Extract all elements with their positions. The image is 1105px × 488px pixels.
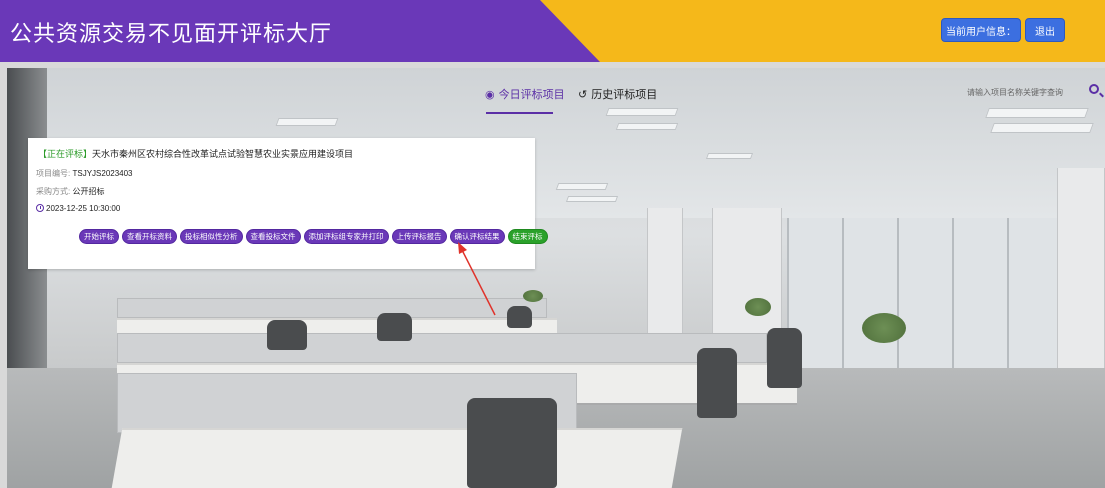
search-box bbox=[967, 83, 1105, 101]
desk-divider bbox=[117, 333, 767, 363]
plant bbox=[523, 290, 543, 302]
page-title: 公共资源交易不见面开评标大厅 bbox=[10, 21, 333, 46]
project-code-value: TSJYJS2023403 bbox=[72, 169, 133, 178]
ceiling-light bbox=[990, 123, 1094, 133]
ceiling-light bbox=[565, 196, 619, 202]
procurement-method-row: 采购方式: 公开招标 bbox=[36, 186, 104, 197]
procurement-method-label: 采购方式: bbox=[36, 187, 71, 196]
tab-today-projects[interactable]: ◉ 今日评标项目 bbox=[485, 86, 565, 102]
ceiling-light bbox=[985, 108, 1089, 118]
ceiling-light bbox=[615, 123, 679, 130]
top-header: 公共资源交易不见面开评标大厅 当前用户信息： 退出 bbox=[0, 0, 1105, 62]
project-code-label: 项目编号: bbox=[36, 169, 71, 178]
office-chair bbox=[467, 398, 557, 488]
office-chair bbox=[377, 313, 412, 341]
office-chair bbox=[267, 320, 307, 350]
column bbox=[1057, 168, 1105, 398]
view-bid-documents-button[interactable]: 查看投标文件 bbox=[245, 229, 301, 244]
plant bbox=[745, 298, 771, 316]
clock-icon bbox=[36, 204, 44, 212]
logout-button[interactable]: 退出 bbox=[1025, 18, 1065, 42]
tab-label: 今日评标项目 bbox=[498, 89, 565, 101]
tab-label: 历史评标项目 bbox=[591, 89, 658, 101]
project-datetime: 2023-12-25 10:30:00 bbox=[46, 204, 121, 213]
ceiling-light bbox=[605, 108, 679, 116]
user-circle-icon: ◉ bbox=[485, 88, 495, 101]
office-chair bbox=[697, 348, 737, 418]
tab-history-projects[interactable]: ↺ 历史评标项目 bbox=[578, 86, 657, 102]
view-opening-docs-button[interactable]: 查看开标资料 bbox=[122, 229, 177, 244]
project-code-row: 项目编号: TSJYJS2023403 bbox=[36, 168, 133, 179]
search-input[interactable] bbox=[967, 83, 1077, 101]
datetime-row: 2023-12-25 10:30:00 bbox=[36, 204, 120, 213]
add-experts-print-button[interactable]: 添加评标组专家并打印 bbox=[303, 229, 389, 244]
start-evaluation-button[interactable]: 开始评标 bbox=[79, 229, 119, 244]
arrow-shaft bbox=[460, 247, 496, 316]
history-icon: ↺ bbox=[578, 88, 588, 101]
plant bbox=[862, 313, 906, 343]
arrow-head bbox=[458, 242, 467, 254]
ceiling-light bbox=[555, 183, 609, 190]
user-info-button[interactable]: 当前用户信息： bbox=[941, 18, 1021, 42]
search-icon[interactable] bbox=[1089, 84, 1099, 94]
office-chair bbox=[767, 328, 802, 388]
desk bbox=[111, 428, 683, 488]
annotation-arrow bbox=[458, 242, 496, 316]
project-title: 【正在评标】天水市秦州区农村综合性改革试点试验智慧农业实景应用建设项目 bbox=[38, 147, 353, 160]
ceiling-light bbox=[275, 118, 339, 126]
upload-report-button[interactable]: 上传评标报告 bbox=[391, 229, 447, 244]
status-badge: 【正在评标】 bbox=[38, 149, 93, 159]
ceiling-light bbox=[705, 153, 754, 159]
project-name: 天水市秦州区农村综合性改革试点试验智慧农业实景应用建设项目 bbox=[92, 149, 354, 159]
bid-similarity-analysis-button[interactable]: 投标相似性分析 bbox=[180, 229, 243, 244]
end-evaluation-button[interactable]: 结束评标 bbox=[507, 229, 548, 244]
active-tab-underline bbox=[486, 112, 553, 114]
procurement-method-value: 公开招标 bbox=[72, 187, 105, 196]
office-background-image bbox=[7, 68, 1105, 488]
office-chair bbox=[507, 306, 532, 328]
